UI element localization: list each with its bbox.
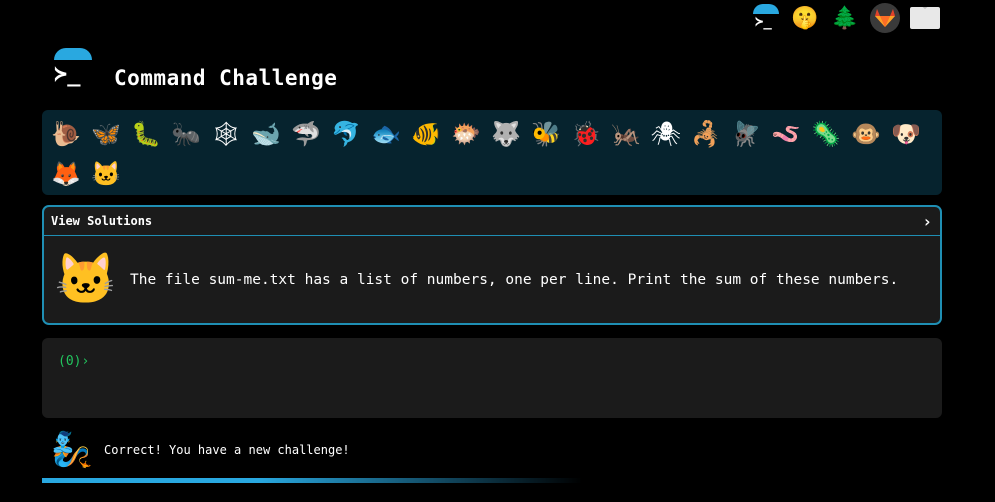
gitlab-icon[interactable] [869,2,901,34]
fly-icon[interactable]: 🪰 [726,114,766,154]
challenge-description: The file sum-me.txt has a list of number… [130,271,899,288]
logo-cap [54,48,92,60]
cat-face-icon: 🐱 [54,250,118,308]
cricket-icon[interactable]: 🦗 [606,114,646,154]
progress-fill [42,478,582,483]
page-title: Command Challenge [114,66,338,90]
terminal-icon[interactable]: ≻_ [749,2,781,34]
wolf-icon[interactable]: 🐺 [486,114,526,154]
gitlab-logo-icon [875,9,895,27]
view-solutions-toggle[interactable]: View Solutions › [44,207,940,236]
lady-beetle-icon[interactable]: 🐞 [566,114,606,154]
status-text: Correct! You have a new challenge! [104,443,350,457]
tropical-fish-icon[interactable]: 🐠 [406,114,446,154]
bug-icon[interactable]: 🐛 [126,114,166,154]
challenge-panel: View Solutions › 🐱 The file sum-me.txt h… [42,205,942,325]
shushing-face-icon[interactable]: 🤫 [789,2,821,34]
gitlab-badge [870,3,900,33]
challenge-animal-strip: 🐌 🦋 🐛 🐜 🕸 🐋 🦈 🐬 🐟 🐠 🐡 🐺 🐝 🐞 🦗 🕷 🦂 🪰 🪱 🦠 🐵 🐶 🦊 🐱 [42,110,942,195]
butterfly-icon[interactable]: 🦋 [86,114,126,154]
progress-bar [42,478,942,483]
fish-icon[interactable]: 🐟 [366,114,406,154]
snail-icon[interactable]: 🐌 [46,114,86,154]
view-solutions-label: View Solutions [51,214,153,228]
logo-chevron: ≻_ [54,62,81,87]
page-header: ≻_ Command Challenge [50,48,337,90]
cat-icon[interactable]: 🐱 [86,154,126,194]
envelope-icon[interactable] [909,2,941,34]
envelope-shape [910,7,940,29]
shark-icon[interactable]: 🦈 [286,114,326,154]
terminal-prompt: (0)› [58,354,90,369]
pufferfish-icon[interactable]: 🐡 [446,114,486,154]
challenge-body: 🐱 The file sum-me.txt has a list of numb… [44,236,940,323]
worm-icon[interactable]: 🪱 [766,114,806,154]
ant-icon[interactable]: 🐜 [166,114,206,154]
evergreen-tree-icon[interactable]: 🌲 [829,2,861,34]
command-challenge-logo-icon[interactable]: ≻_ [50,48,92,90]
command-input[interactable] [98,353,883,370]
monkey-icon[interactable]: 🐵 [846,114,886,154]
terminal-logo-small: ≻_ [751,4,779,32]
top-icon-bar: ≻_ 🤫 🌲 [749,2,941,34]
dolphin-icon[interactable]: 🐬 [326,114,366,154]
fox-icon[interactable]: 🦊 [46,154,86,194]
terminal-cap [753,4,779,14]
bee-icon[interactable]: 🐝 [526,114,566,154]
terminal-chevron: ≻_ [755,14,772,30]
dog-icon[interactable]: 🐶 [886,114,926,154]
app-root: ≻_ 🤫 🌲 ≻_ Command Challenge � [0,0,995,502]
genie-icon: 🧞 [50,430,94,470]
chevron-right-icon: › [922,211,932,231]
status-message: 🧞 Correct! You have a new challenge! [50,428,350,472]
whale-icon[interactable]: 🐋 [246,114,286,154]
spider-icon[interactable]: 🕷 [646,114,686,154]
microbe-icon[interactable]: 🦠 [806,114,846,154]
spider-web-icon[interactable]: 🕸 [206,114,246,154]
scorpion-icon[interactable]: 🦂 [686,114,726,154]
terminal-panel[interactable]: (0)› [42,338,942,418]
